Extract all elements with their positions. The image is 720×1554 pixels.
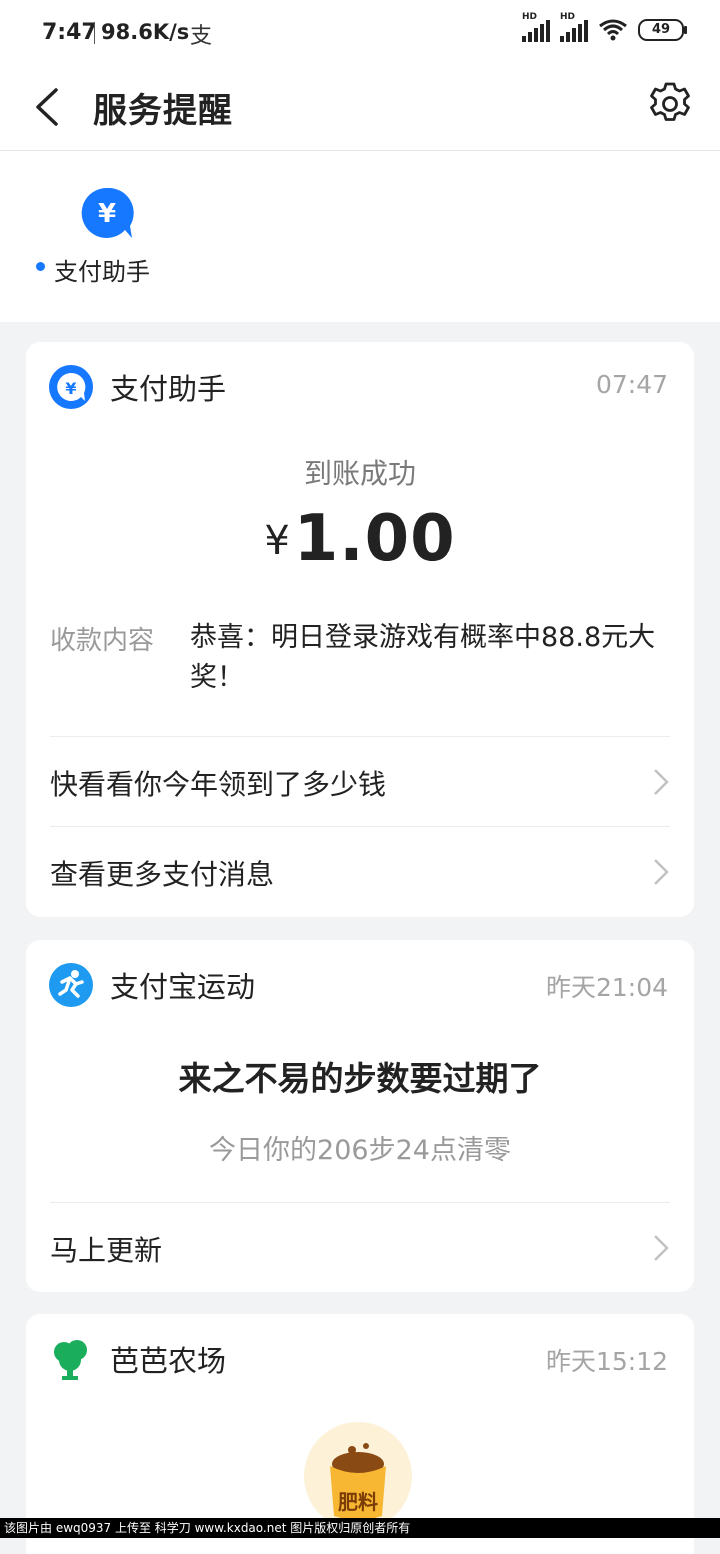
status-indicators: HD HD 49 bbox=[522, 12, 687, 42]
status-bar: 7:47 98.6K/s 支 HD HD 49 bbox=[0, 0, 720, 70]
tab-payment-assistant[interactable]: ¥ 支付助手 bbox=[32, 186, 172, 296]
content-label: 收款内容 bbox=[50, 626, 155, 656]
payment-assistant-icon: ¥ bbox=[49, 365, 93, 409]
action-view-annual-earnings[interactable]: 快看看你今年领到了多少钱 bbox=[50, 736, 670, 825]
content-text: 恭喜：明日登录游戏有概率中88.8元大奖！ bbox=[190, 622, 656, 693]
action-more-payment-messages[interactable]: 查看更多支付消息 bbox=[50, 826, 670, 915]
chevron-right-icon bbox=[654, 769, 669, 795]
action-label: 马上更新 bbox=[50, 1234, 163, 1267]
svg-text:¥: ¥ bbox=[65, 379, 76, 398]
watermark: 该图片由 ewq0937 上传至 科学刀 www.kxdao.net 图片版权归… bbox=[0, 1518, 720, 1538]
card-header: ¥ 支付助手 07:47 bbox=[26, 342, 694, 432]
card-time: 07:47 bbox=[595, 370, 668, 399]
card-source: 支付宝运动 bbox=[110, 970, 256, 1004]
card-source: 支付助手 bbox=[110, 372, 227, 406]
network-speed: 98.6K/s bbox=[101, 20, 190, 44]
svg-text:¥: ¥ bbox=[98, 199, 116, 229]
alipay-notification-icon: 支 bbox=[190, 24, 213, 49]
signal-hd-label: HD bbox=[560, 12, 576, 22]
payment-amount: ¥1.00 bbox=[26, 502, 694, 576]
running-man-icon bbox=[49, 963, 93, 1007]
status-separator bbox=[94, 22, 95, 44]
back-button[interactable] bbox=[30, 82, 70, 132]
tab-label: 支付助手 bbox=[54, 258, 150, 286]
signal-icon: HD bbox=[560, 12, 588, 42]
card-header: 支付宝运动 昨天21:04 bbox=[26, 940, 694, 1030]
chevron-right-icon bbox=[654, 1235, 669, 1261]
status-time: 7:47 bbox=[42, 20, 97, 45]
sports-notification-card[interactable]: 支付宝运动 昨天21:04 来之不易的步数要过期了 今日你的206步24点清零 … bbox=[26, 940, 694, 1292]
battery-indicator: 49 bbox=[638, 19, 687, 41]
action-update-now[interactable]: 马上更新 bbox=[50, 1202, 670, 1291]
action-label: 查看更多支付消息 bbox=[50, 858, 275, 891]
action-label: 快看看你今年领到了多少钱 bbox=[50, 768, 387, 801]
tree-icon bbox=[54, 1340, 87, 1380]
gear-icon[interactable] bbox=[646, 80, 694, 128]
fertilizer-label: 肥料 bbox=[338, 1490, 378, 1514]
notification-subtitle: 今日你的206步24点清零 bbox=[209, 1135, 511, 1166]
chevron-left-icon bbox=[36, 88, 58, 126]
wifi-icon bbox=[599, 19, 627, 41]
amount-value: 1.00 bbox=[293, 502, 456, 576]
card-time: 昨天21:04 bbox=[545, 973, 668, 1002]
payment-notification-card[interactable]: ¥ 支付助手 07:47 到账成功 ¥1.00 收款内容 恭喜：明日登录游戏有概… bbox=[26, 342, 694, 917]
payment-status: 到账成功 bbox=[303, 457, 416, 490]
signal-icon: HD bbox=[522, 12, 550, 42]
header: 服务提醒 bbox=[0, 70, 720, 150]
signal-hd-label: HD bbox=[522, 12, 538, 22]
notification-title: 来之不易的步数要过期了 bbox=[178, 1059, 542, 1098]
currency-symbol: ¥ bbox=[264, 518, 290, 564]
chevron-right-icon bbox=[654, 859, 669, 885]
unread-dot bbox=[36, 262, 45, 271]
service-tabs: ¥ 支付助手 bbox=[0, 150, 720, 322]
card-source: 芭芭农场 bbox=[110, 1344, 227, 1378]
yuan-chat-icon: ¥ bbox=[81, 187, 134, 238]
card-header: 芭芭农场 昨天15:12 bbox=[26, 1314, 694, 1404]
card-time: 昨天15:12 bbox=[545, 1347, 668, 1376]
page-title: 服务提醒 bbox=[93, 91, 233, 131]
